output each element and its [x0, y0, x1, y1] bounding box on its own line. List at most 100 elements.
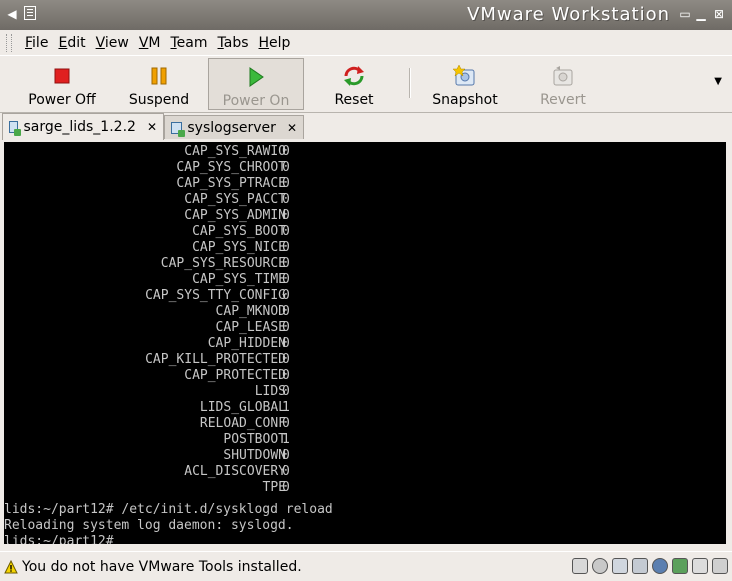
console-capability-row: CAP_HIDDEN 0	[4, 336, 726, 352]
title-bar: ◀ VMware Workstation ▭ ▁ ⊠	[0, 0, 732, 30]
capability-name: CAP_SYS_ADMIN	[184, 208, 286, 223]
console-capability-row: CAP_SYS_TIME 0	[4, 272, 726, 288]
minimize-icon[interactable]: ▁	[694, 7, 708, 21]
console-capability-row: TPE 0	[4, 480, 726, 496]
menu-file[interactable]: File	[20, 35, 53, 51]
capability-value: 0	[282, 384, 290, 399]
console-capability-row: CAP_KILL_PROTECTED 0	[4, 352, 726, 368]
console-capability-row: ACL_DISCOVERY 0	[4, 464, 726, 480]
console-capability-row: CAP_SYS_CHROOT 0	[4, 160, 726, 176]
menu-vm[interactable]: VM	[134, 35, 166, 51]
toolbar-separator	[409, 68, 411, 98]
capability-name: CAP_LEASE	[215, 320, 286, 335]
maximize-icon[interactable]: ▭	[678, 7, 692, 21]
power-on-button[interactable]: Power On	[208, 58, 304, 110]
revert-label: Revert	[540, 92, 586, 108]
capability-value: 0	[282, 208, 290, 223]
status-message: You do not have VMware Tools installed.	[22, 558, 302, 575]
revert-icon	[553, 66, 573, 86]
close-tab-icon[interactable]: ✕	[147, 120, 157, 134]
capability-name: CAP_SYS_CHROOT	[176, 160, 286, 175]
console-capability-row: CAP_SYS_NICE 0	[4, 240, 726, 256]
usb-device-icon[interactable]	[652, 558, 668, 574]
capability-name: CAP_HIDDEN	[207, 336, 286, 351]
message-log-icon[interactable]	[712, 558, 728, 574]
toolbar: Power Off Suspend Power On Reset Snapsho…	[0, 55, 732, 113]
capability-value: 0	[282, 240, 290, 255]
capability-value: 0	[282, 464, 290, 479]
reset-icon	[344, 66, 364, 86]
power-on-label: Power On	[222, 93, 290, 109]
capability-name: SHUTDOWN	[223, 448, 286, 463]
menu-bar: File Edit View VM Team Tabs Help	[0, 30, 732, 55]
suspend-button[interactable]: Suspend	[112, 58, 206, 110]
reset-button[interactable]: Reset	[306, 58, 402, 110]
network-device-icon[interactable]	[632, 558, 648, 574]
console-capability-row: CAP_PROTECTED 0	[4, 368, 726, 384]
capability-value: 0	[282, 448, 290, 463]
close-tab-icon[interactable]: ✕	[287, 121, 297, 135]
console-capability-row: CAP_MKNOD 0	[4, 304, 726, 320]
capability-name: CAP_SYS_TIME	[192, 272, 286, 287]
capability-value: 0	[282, 288, 290, 303]
power-off-label: Power Off	[28, 92, 96, 108]
console-capability-row: CAP_SYS_ADMIN 0	[4, 208, 726, 224]
snapshot-label: Snapshot	[432, 92, 498, 108]
console-capability-row: RELOAD_CONF 0	[4, 416, 726, 432]
capability-value: 0	[282, 224, 290, 239]
capability-value: 1	[282, 432, 290, 447]
menu-help[interactable]: Help	[254, 35, 296, 51]
capability-name: ACL_DISCOVERY	[184, 464, 286, 479]
capability-name: LIDS_GLOBAL	[199, 400, 286, 415]
close-icon[interactable]: ⊠	[712, 7, 726, 21]
capability-value: 1	[282, 400, 290, 415]
capability-name: CAP_SYS_RAWIO	[184, 144, 286, 159]
vm-icon	[9, 121, 23, 136]
window-menu-icon[interactable]	[24, 6, 36, 20]
menu-view[interactable]: View	[91, 35, 134, 51]
snapshot-button[interactable]: Snapshot	[418, 58, 512, 110]
console-output-line: Reloading system log daemon: syslogd.	[4, 518, 294, 533]
capability-name: CAP_KILL_PROTECTED	[145, 352, 286, 367]
vm-tabs: sarge_lids_1.2.2 ✕ syslogserver ✕	[0, 113, 732, 140]
pause-icon	[151, 67, 167, 85]
capability-name: CAP_SYS_PTRACE	[176, 176, 286, 191]
menu-tabs[interactable]: Tabs	[213, 35, 254, 51]
floppy-device-icon[interactable]	[572, 558, 588, 574]
capability-value: 0	[282, 336, 290, 351]
sound-device-icon[interactable]	[672, 558, 688, 574]
revert-button[interactable]: Revert	[516, 58, 610, 110]
cdrom-device-icon[interactable]	[592, 558, 608, 574]
console-capability-row: LIDS 0	[4, 384, 726, 400]
menu-team[interactable]: Team	[165, 35, 212, 51]
vm-icon	[171, 121, 186, 137]
capability-value: 0	[282, 352, 290, 367]
menu-edit[interactable]: Edit	[53, 35, 90, 51]
menubar-grip[interactable]	[6, 33, 12, 52]
window-menu-arrow-icon[interactable]: ◀	[4, 6, 20, 22]
console-capability-row: CAP_SYS_PACCT 0	[4, 192, 726, 208]
capability-value: 0	[282, 144, 290, 159]
capability-value: 0	[282, 160, 290, 175]
window-title: VMware Workstation	[467, 4, 670, 25]
capability-name: POSTBOOT	[223, 432, 286, 447]
capability-name: CAP_SYS_RESOURCE	[160, 256, 286, 271]
tab-sarge-lids[interactable]: sarge_lids_1.2.2 ✕	[2, 113, 164, 140]
capability-name: CAP_MKNOD	[215, 304, 286, 319]
tab-label: syslogserver	[187, 119, 276, 136]
play-icon	[249, 67, 264, 87]
console-capability-row: CAP_SYS_RESOURCE 0	[4, 256, 726, 272]
capability-value: 0	[282, 192, 290, 207]
snapshot-icon	[453, 65, 475, 86]
console-command-line: lids:~/part12# /etc/init.d/sysklogd relo…	[4, 502, 333, 517]
suspend-label: Suspend	[128, 92, 190, 108]
tab-syslogserver[interactable]: syslogserver ✕	[164, 115, 304, 139]
console-capability-row: CAP_SYS_BOOT 0	[4, 224, 726, 240]
hard-disk-device-icon[interactable]	[612, 558, 628, 574]
toolbar-overflow-icon[interactable]: ▼	[714, 76, 722, 87]
printer-device-icon[interactable]	[692, 558, 708, 574]
console-capability-row: LIDS_GLOBAL 1	[4, 400, 726, 416]
vm-console[interactable]: lids:~/part12# /etc/init.d/sysklogd relo…	[4, 142, 726, 544]
capability-name: CAP_PROTECTED	[184, 368, 286, 383]
power-off-button[interactable]: Power Off	[14, 58, 110, 110]
